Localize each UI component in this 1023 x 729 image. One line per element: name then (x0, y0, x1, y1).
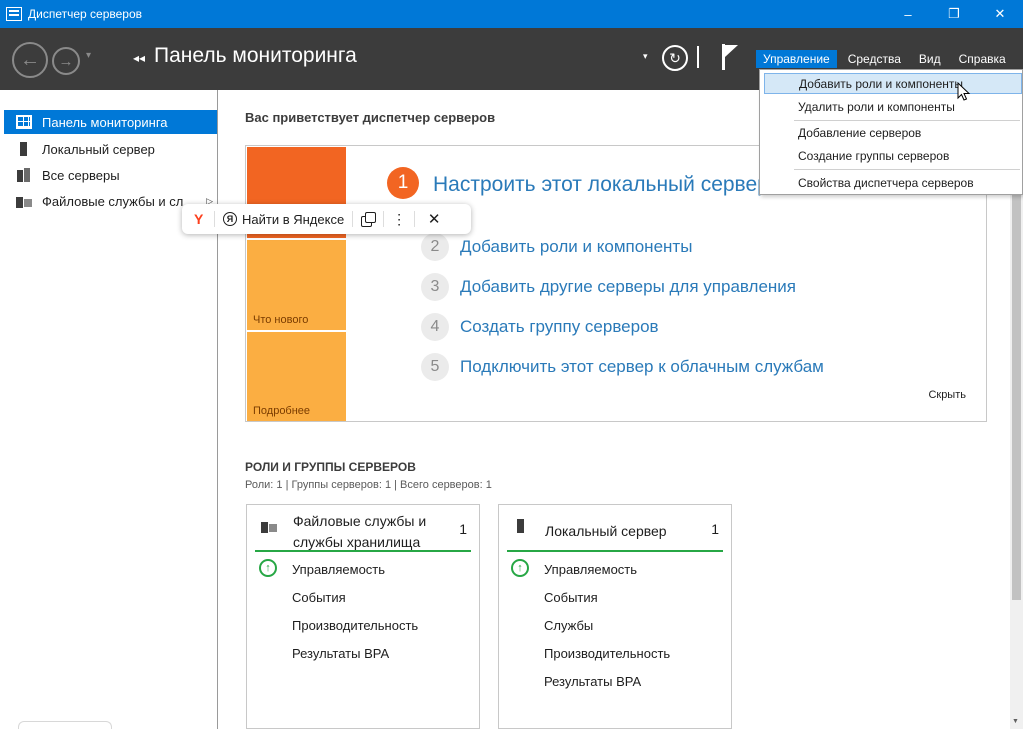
servers-icon (16, 168, 32, 182)
manage-dropdown-menu: Добавить роли и компоненты Удалить роли … (759, 69, 1023, 195)
menu-manage[interactable]: Управление (756, 50, 837, 68)
file-services-icon (16, 194, 32, 208)
window-controls: – ❐ ✕ (885, 0, 1023, 28)
flag-icon[interactable] (720, 44, 740, 70)
menu-item-add-servers[interactable]: Добавление серверов (764, 122, 1022, 143)
search-yandex-button[interactable]: Найти в Яндексе (242, 212, 344, 227)
card-count: 1 (711, 521, 719, 537)
card-row-services[interactable]: Службы (544, 618, 593, 633)
sidebar-item-local-server[interactable]: Локальный сервер (4, 137, 217, 161)
header-dropdown-icon[interactable]: ▾ (643, 51, 648, 62)
sidebar-item-label: Локальный сервер (42, 141, 155, 157)
card-row-manageability[interactable]: Управляемость (544, 562, 637, 577)
scroll-down-icon[interactable]: ▼ (1012, 718, 1019, 725)
card-row-bpa-results[interactable]: Результаты BPA (544, 674, 641, 689)
status-ok-icon: ↑ (511, 559, 529, 577)
file-services-icon (261, 519, 279, 537)
breadcrumb-arrows-icon: ◂◂ (133, 51, 146, 65)
card-row-manageability[interactable]: Управляемость (292, 562, 385, 577)
sidebar-item-dashboard[interactable]: Панель мониторинга (4, 110, 217, 134)
cursor-icon (957, 82, 971, 101)
card-row-performance[interactable]: Производительность (292, 618, 418, 633)
close-icon[interactable]: ✕ (427, 210, 441, 228)
menu-item-add-roles[interactable]: Добавить роли и компоненты (764, 73, 1022, 94)
forward-icon[interactable]: → (52, 47, 80, 75)
menu-item-remove-roles[interactable]: Удалить роли и компоненты (764, 96, 1022, 117)
card-row-performance[interactable]: Производительность (544, 646, 670, 661)
card-count: 1 (459, 521, 467, 537)
menu-item-server-manager-properties[interactable]: Свойства диспетчера серверов (764, 172, 1022, 193)
copy-icon[interactable] (361, 212, 377, 227)
whats-new-label: Что нового (253, 314, 309, 326)
step-number: 1 (387, 167, 419, 199)
yandex-search-icon[interactable]: Я (223, 212, 237, 226)
step-number: 5 (421, 353, 449, 381)
sidebar-item-label: Панель мониторинга (42, 114, 168, 130)
page-title: Панель мониторинга (154, 44, 357, 67)
step-create-group-link[interactable]: Создать группу серверов (460, 317, 659, 337)
card-row-events[interactable]: События (292, 590, 346, 605)
menu-separator (794, 120, 1020, 121)
roles-summary: Роли: 1 | Группы серверов: 1 | Всего сер… (245, 479, 492, 491)
menu-item-create-server-group[interactable]: Создание группы серверов (764, 145, 1022, 166)
step-number: 3 (421, 273, 449, 301)
status-ok-icon: ↑ (259, 559, 277, 577)
whats-new-tile[interactable]: Что нового (247, 240, 346, 330)
close-button[interactable]: ✕ (977, 0, 1023, 28)
sidebar-item-label: Файловые службы и сл (42, 193, 184, 209)
card-title[interactable]: Файловые службы и службы хранилища (293, 511, 453, 553)
sidebar-item-label: Все серверы (42, 167, 120, 183)
yandex-selection-popup: Y Я Найти в Яндексе ⋮ ✕ (182, 204, 471, 234)
window-title: Диспетчер серверов (28, 7, 143, 21)
back-icon[interactable]: ← (12, 42, 48, 78)
server-icon (513, 519, 531, 537)
taskbar-stub (18, 721, 112, 729)
card-row-bpa-results[interactable]: Результаты BPA (292, 646, 389, 661)
popup-divider (414, 211, 416, 227)
refresh-icon[interactable]: ↻ (662, 45, 688, 71)
sidebar: Панель мониторинга Локальный сервер Все … (0, 90, 218, 729)
popup-divider (214, 211, 215, 227)
learn-more-tile[interactable]: Подробнее (247, 332, 346, 421)
step-connect-cloud-link[interactable]: Подключить этот сервер к облачным служба… (460, 357, 824, 377)
popup-divider (383, 211, 385, 227)
hide-welcome-link[interactable]: Скрыть (928, 389, 966, 401)
menu-tools[interactable]: Средства (841, 50, 908, 68)
step-number: 4 (421, 313, 449, 341)
card-header: Файловые службы и службы хранилища 1 (255, 505, 471, 552)
card-header: Локальный сервер 1 (507, 505, 723, 552)
step-add-roles-link[interactable]: Добавить роли и компоненты (460, 237, 692, 257)
sidebar-item-all-servers[interactable]: Все серверы (4, 163, 217, 187)
menu-bar: Управление Средства Вид Справка (756, 50, 1017, 68)
learn-more-label: Подробнее (253, 405, 311, 417)
step-add-servers-link[interactable]: Добавить другие серверы для управления (460, 277, 796, 297)
card-title[interactable]: Локальный сервер (545, 521, 705, 542)
header-divider (697, 46, 699, 68)
card-row-events[interactable]: События (544, 590, 598, 605)
role-card-file-services[interactable]: Файловые службы и службы хранилища 1 ↑ У… (246, 504, 480, 729)
server-icon (16, 142, 32, 156)
step-number: 2 (421, 233, 449, 261)
roles-section-title: РОЛИ И ГРУППЫ СЕРВЕРОВ (245, 460, 416, 474)
nav-history-dropdown-icon[interactable]: ▾ (86, 50, 91, 61)
dashboard-grid-icon (16, 115, 32, 129)
yandex-browser-logo-icon: Y (194, 211, 204, 227)
restore-button[interactable]: ❐ (931, 0, 977, 28)
welcome-title: Вас приветствует диспетчер серверов (245, 110, 496, 125)
step-configure-local-server-link[interactable]: Настроить этот локальный сервер (433, 173, 769, 197)
more-options-icon[interactable]: ⋮ (392, 211, 406, 228)
popup-divider (352, 211, 354, 227)
menu-separator (794, 169, 1020, 170)
menu-help[interactable]: Справка (952, 50, 1013, 68)
title-bar: Диспетчер серверов – ❐ ✕ (0, 0, 1023, 28)
menu-view[interactable]: Вид (912, 50, 948, 68)
role-card-local-server[interactable]: Локальный сервер 1 ↑ Управляемость Событ… (498, 504, 732, 729)
server-manager-app-icon (6, 7, 22, 21)
minimize-button[interactable]: – (885, 0, 931, 28)
